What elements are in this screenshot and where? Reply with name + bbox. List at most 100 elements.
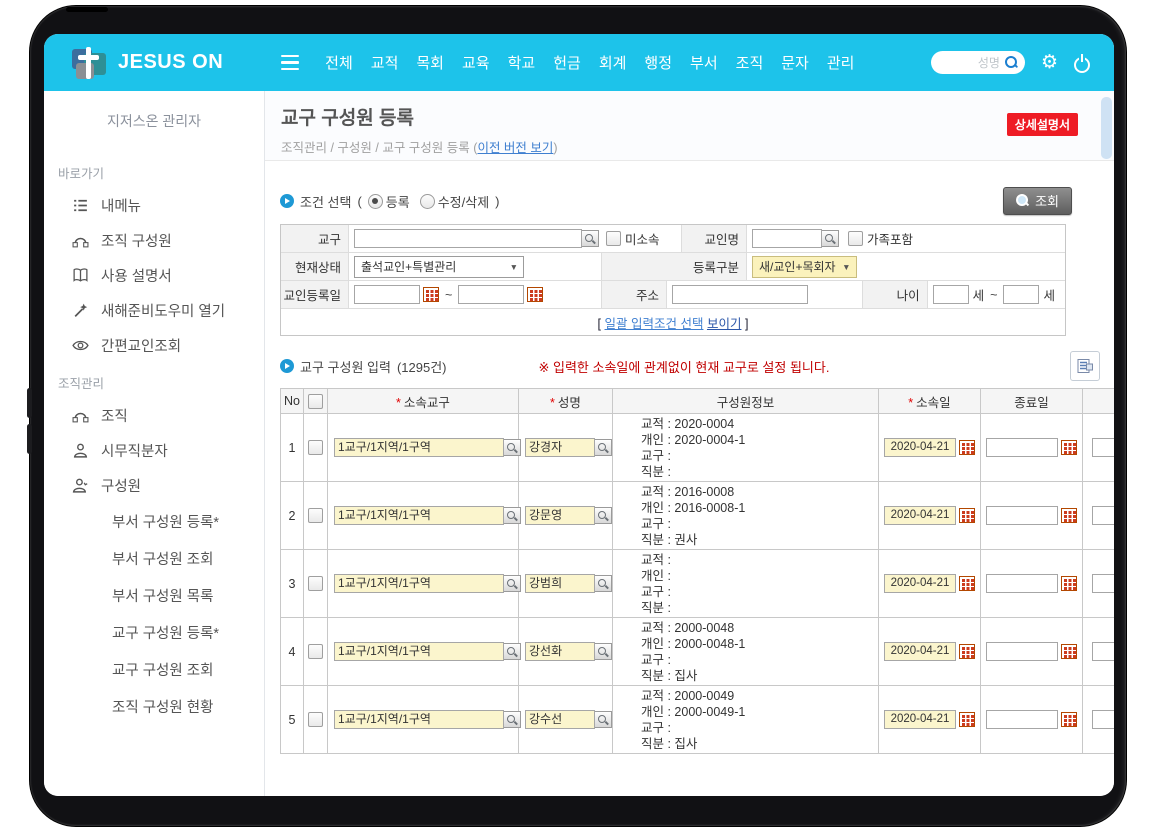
search-icon[interactable] (504, 575, 521, 592)
batch-condition-link[interactable]: 일괄 입력조건 선택 (605, 317, 704, 331)
calendar-icon[interactable] (959, 508, 975, 523)
search-icon[interactable] (504, 711, 521, 728)
calendar-icon[interactable] (1061, 576, 1077, 591)
join-date-input[interactable]: 2020-04-21 (884, 710, 956, 729)
calendar-icon[interactable] (959, 576, 975, 591)
sidebar-item[interactable]: 조직 (44, 398, 264, 433)
join-date-input[interactable]: 2020-04-21 (884, 506, 956, 525)
row-checkbox[interactable] (308, 644, 323, 659)
end-date-input[interactable] (986, 506, 1058, 525)
search-icon[interactable] (504, 643, 521, 660)
sidebar-item[interactable]: 사용 설명서 (44, 258, 264, 293)
include-family-checkbox[interactable] (848, 231, 863, 246)
nav-item-문자[interactable]: 문자 (781, 52, 809, 73)
sidebar-subitem[interactable]: 부서 구성원 등록* (44, 503, 264, 540)
gear-icon[interactable]: ⚙ (1041, 53, 1058, 72)
extra-date-input[interactable] (1092, 574, 1114, 593)
search-icon[interactable] (595, 439, 612, 456)
sidebar-item[interactable]: 새해준비도우미 열기 (44, 293, 264, 328)
extra-date-input[interactable] (1092, 642, 1114, 661)
sidebar-subitem[interactable]: 조직 구성원 현황 (44, 688, 264, 725)
district-input[interactable] (354, 229, 582, 248)
reg-type-select[interactable]: 새/교인+목회자 (752, 256, 857, 278)
district-input[interactable]: 1교구/1지역/1구역 (334, 506, 504, 525)
unaffiliated-checkbox[interactable] (606, 231, 621, 246)
calendar-icon[interactable] (959, 440, 975, 455)
sidebar-item[interactable]: 조직 구성원 (44, 223, 264, 258)
name-input[interactable]: 강문영 (525, 506, 595, 525)
hamburger-menu-icon[interactable] (281, 55, 299, 71)
reg-date-to-input[interactable] (458, 285, 524, 304)
sidebar-subitem[interactable]: 교구 구성원 조회 (44, 651, 264, 688)
calendar-icon[interactable] (527, 287, 543, 302)
row-checkbox[interactable] (308, 576, 323, 591)
radio-등록[interactable]: 등록 (368, 192, 410, 211)
search-icon[interactable] (595, 643, 612, 660)
search-icon[interactable] (1005, 56, 1018, 69)
district-input[interactable]: 1교구/1지역/1구역 (334, 574, 504, 593)
address-input[interactable] (672, 285, 808, 304)
calendar-icon[interactable] (1061, 440, 1077, 455)
search-icon[interactable] (595, 575, 612, 592)
calendar-icon[interactable] (1061, 712, 1077, 727)
extra-date-input[interactable] (1092, 710, 1114, 729)
calendar-icon[interactable] (1061, 508, 1077, 523)
radio-button[interactable] (420, 194, 435, 209)
batch-show-link[interactable]: 보이기 (707, 317, 742, 331)
row-checkbox[interactable] (308, 508, 323, 523)
row-checkbox[interactable] (308, 440, 323, 455)
power-icon[interactable] (1074, 55, 1090, 71)
nav-item-조직[interactable]: 조직 (736, 52, 764, 73)
member-name-input[interactable] (752, 229, 822, 248)
end-date-input[interactable] (986, 574, 1058, 593)
sidebar-subitem[interactable]: 교구 구성원 등록* (44, 614, 264, 651)
nav-item-행정[interactable]: 행정 (644, 52, 672, 73)
nav-item-부서[interactable]: 부서 (690, 52, 718, 73)
end-date-input[interactable] (986, 642, 1058, 661)
radio-button[interactable] (368, 194, 383, 209)
search-icon[interactable] (504, 439, 521, 456)
age-to-input[interactable] (1003, 285, 1039, 304)
calendar-icon[interactable] (1061, 644, 1077, 659)
join-date-input[interactable]: 2020-04-21 (884, 574, 956, 593)
sidebar-item[interactable]: 간편교인조회 (44, 328, 264, 363)
manual-button[interactable]: 상세설명서 (1007, 113, 1078, 136)
calendar-icon[interactable] (423, 287, 439, 302)
sidebar-item[interactable]: 시무직분자 (44, 433, 264, 468)
radio-수정/삭제[interactable]: 수정/삭제 (420, 192, 489, 211)
query-button[interactable]: 조회 (1003, 187, 1072, 215)
list-view-icon[interactable] (1070, 351, 1100, 381)
content-scrollbar[interactable] (1101, 97, 1112, 159)
nav-item-전체[interactable]: 전체 (325, 52, 353, 73)
sidebar-item[interactable]: 구성원 (44, 468, 264, 503)
calendar-icon[interactable] (959, 644, 975, 659)
nav-item-교육[interactable]: 교육 (462, 52, 490, 73)
name-input[interactable]: 강범희 (525, 574, 595, 593)
nav-item-학교[interactable]: 학교 (508, 52, 536, 73)
name-input[interactable]: 강수선 (525, 710, 595, 729)
reg-date-from-input[interactable] (354, 285, 420, 304)
select-all-checkbox[interactable] (308, 394, 323, 409)
end-date-input[interactable] (986, 438, 1058, 457)
search-icon[interactable] (822, 230, 839, 247)
calendar-icon[interactable] (959, 712, 975, 727)
sidebar-subitem[interactable]: 부서 구성원 조회 (44, 540, 264, 577)
name-input[interactable]: 강선화 (525, 642, 595, 661)
search-icon[interactable] (504, 507, 521, 524)
age-from-input[interactable] (933, 285, 969, 304)
prev-version-link[interactable]: 이전 버전 보기 (477, 141, 553, 155)
sidebar-subitem[interactable]: 부서 구성원 목록 (44, 577, 264, 614)
district-input[interactable]: 1교구/1지역/1구역 (334, 710, 504, 729)
extra-date-input[interactable] (1092, 438, 1114, 457)
name-input[interactable]: 강경자 (525, 438, 595, 457)
search-icon[interactable] (595, 711, 612, 728)
nav-item-헌금[interactable]: 헌금 (553, 52, 581, 73)
district-input[interactable]: 1교구/1지역/1구역 (334, 438, 504, 457)
join-date-input[interactable]: 2020-04-21 (884, 438, 956, 457)
row-checkbox[interactable] (308, 712, 323, 727)
join-date-input[interactable]: 2020-04-21 (884, 642, 956, 661)
nav-item-목회[interactable]: 목회 (416, 52, 444, 73)
header-search-input[interactable]: 성명 (931, 51, 1025, 74)
app-logo[interactable]: JESUS ON (72, 45, 223, 81)
status-select[interactable]: 출석교인+특별관리 (354, 256, 524, 278)
